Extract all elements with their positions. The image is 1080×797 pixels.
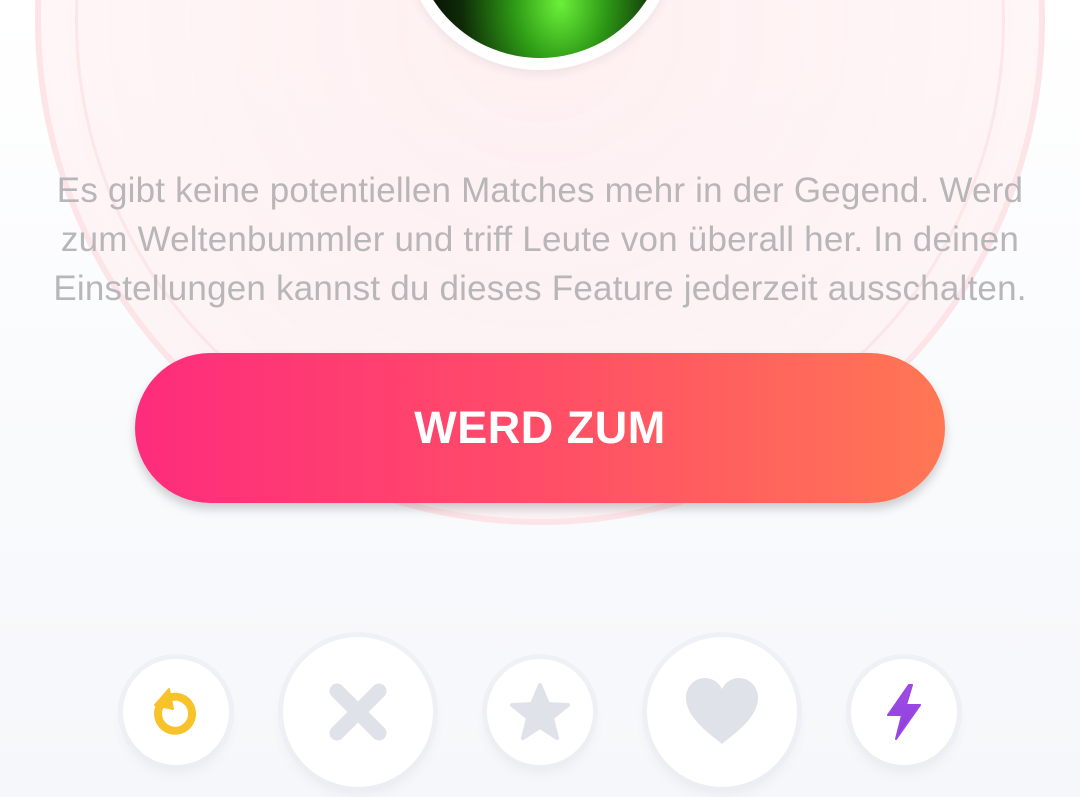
super-like-button[interactable] [487, 659, 593, 765]
message-line: zum Weltenbummler und triff Leute von üb… [60, 220, 1020, 259]
message-line: Einstellungen kannst du dieses Feature j… [53, 269, 1027, 308]
become-traveler-button[interactable]: WERD ZUM [135, 353, 945, 503]
rewind-button[interactable] [123, 659, 229, 765]
lightning-icon [884, 683, 924, 741]
message-line: Es gibt keine potentiellen Matches mehr … [56, 171, 1024, 210]
star-icon [508, 681, 572, 743]
rewind-icon [147, 683, 205, 741]
like-button[interactable] [647, 637, 797, 787]
empty-state-message: Es gibt keine potentiellen Matches mehr … [0, 166, 1080, 313]
close-icon [327, 681, 389, 743]
heart-icon [682, 676, 762, 748]
boost-button[interactable] [851, 659, 957, 765]
nope-button[interactable] [283, 637, 433, 787]
